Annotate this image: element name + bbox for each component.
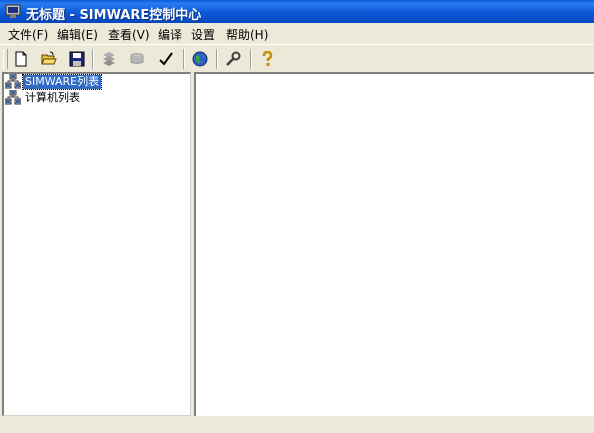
tools-button[interactable]	[222, 48, 244, 70]
menu-compile[interactable]: 编译	[158, 26, 182, 43]
menu-bar: 文件(F) 编辑(E) 查看(V) 编译 设置 帮助(H)	[0, 23, 594, 43]
toolbar-separator	[216, 49, 218, 69]
title-bar[interactable]: 无标题 - SIMWARE控制中心	[0, 0, 594, 23]
toolbar-separator	[183, 49, 185, 69]
menu-edit[interactable]: 编辑(E)	[57, 26, 98, 43]
tree-item-label: SIMWARE列表	[21, 74, 103, 90]
toolbar-separator	[250, 49, 252, 69]
save-icon	[69, 51, 85, 67]
open-folder-icon	[41, 51, 57, 65]
check-button[interactable]	[155, 48, 177, 70]
toolbar-separator	[92, 49, 94, 69]
window-title: 无标题 - SIMWARE控制中心	[26, 8, 202, 23]
checkmark-icon	[159, 52, 173, 66]
help-button[interactable]	[256, 48, 278, 70]
menu-help[interactable]: 帮助(H)	[226, 26, 268, 43]
toolbar-grip[interactable]	[3, 49, 8, 69]
new-button[interactable]	[10, 48, 32, 70]
menu-file[interactable]: 文件(F)	[8, 26, 48, 43]
tree-view[interactable]: SIMWARE列表 计算机列表	[2, 72, 191, 416]
status-bar	[0, 416, 594, 433]
globe-button[interactable]	[189, 48, 211, 70]
menu-view[interactable]: 查看(V)	[108, 26, 150, 43]
network-computers-icon	[4, 89, 22, 106]
tree-item-label: 计算机列表	[25, 91, 80, 104]
disk-icon	[130, 53, 144, 64]
toolbar	[0, 44, 594, 73]
stack-button[interactable]	[98, 48, 120, 70]
app-icon[interactable]	[5, 4, 21, 19]
wrench-icon	[226, 51, 241, 66]
help-icon	[262, 51, 273, 66]
menu-settings[interactable]: 设置	[191, 26, 215, 43]
content-pane[interactable]	[194, 72, 594, 416]
stack-icon	[103, 52, 115, 66]
open-button[interactable]	[38, 48, 60, 70]
save-button[interactable]	[66, 48, 88, 70]
disk-button[interactable]	[126, 48, 148, 70]
new-document-icon	[15, 51, 27, 67]
globe-icon	[192, 51, 208, 67]
network-computers-icon	[4, 73, 22, 90]
